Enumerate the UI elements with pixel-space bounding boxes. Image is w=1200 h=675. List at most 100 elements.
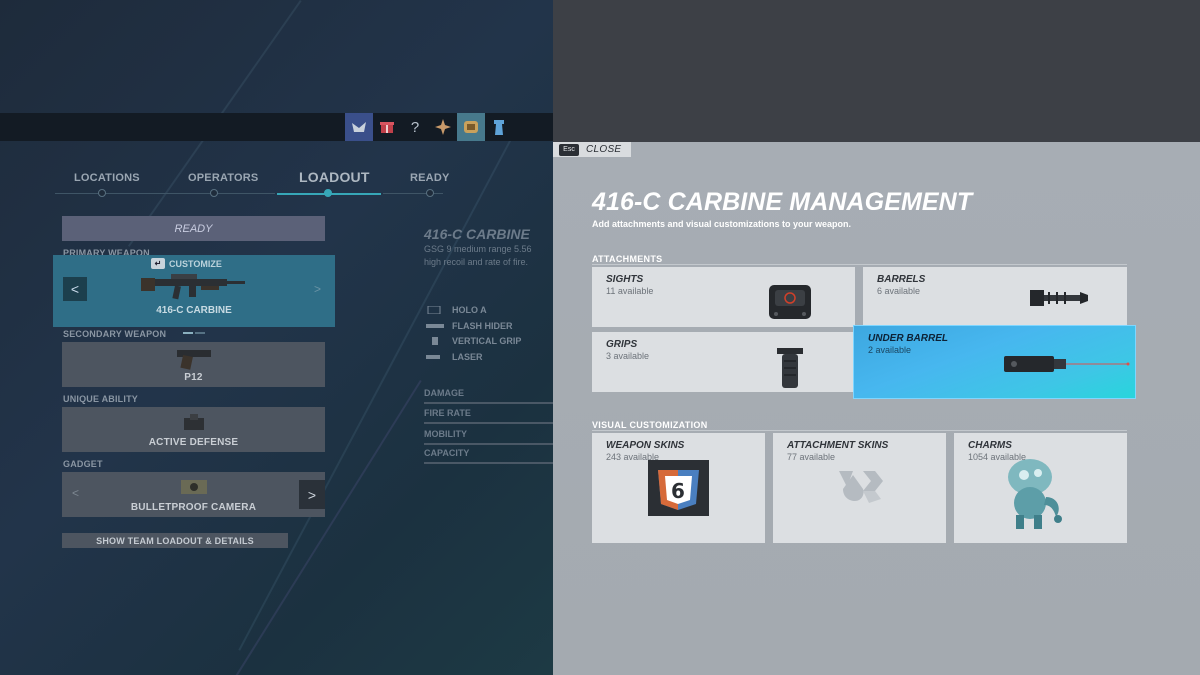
card-title: SIGHTS [606,274,644,285]
page-pip [195,332,205,334]
help-icon[interactable]: ? [401,113,429,141]
previous-weapon-button[interactable]: < [63,277,87,301]
close-button[interactable]: Esc CLOSE [553,142,631,157]
card-count: 6 available [877,286,921,296]
tab-locations[interactable]: LOCATIONS [74,172,140,184]
stat-bar [424,402,553,404]
stat-label: MOBILITY [424,429,467,439]
tab-operators[interactable]: OPERATORS [188,172,258,184]
previous-gadget-button[interactable]: < [72,486,79,500]
flash-hider-icon [426,324,444,328]
overlay-dim-area [553,0,1200,142]
customize-label: CUSTOMIZE [169,258,222,269]
barrels-card[interactable]: BARRELS 6 available [863,267,1127,327]
stat-capacity: CAPACITY [424,448,553,464]
attachment-skin-placeholder-icon [839,471,883,503]
card-count: 3 available [606,351,650,361]
tab-node-active [324,189,332,197]
customize-prompt[interactable]: ↵ CUSTOMIZE [151,258,222,269]
badge-icon[interactable] [457,113,485,141]
tab-node [210,189,218,197]
management-subtitle: Add attachments and visual customization… [592,219,852,229]
page-pip [183,332,193,334]
attachment-name: VERTICAL GRIP [452,336,522,346]
holo-sight-icon [769,285,811,319]
weapon-skins-card[interactable]: WEAPON SKINS 243 available 6 [592,433,765,543]
carbine-rifle-icon [141,274,245,300]
visual-customization-section-label: VISUAL CUSTOMIZATION [592,420,708,430]
sights-card[interactable]: SIGHTS 11 available [592,267,855,327]
card-count: 2 available [868,345,912,355]
attachment-skins-card[interactable]: ATTACHMENT SKINS 77 available [773,433,946,543]
section-divider [592,430,1127,431]
attachment-name: FLASH HIDER [452,321,513,331]
secondary-weapon-slot[interactable]: P12 [62,342,325,387]
weapon-desc-line: high recoil and rate of fire. [424,257,529,267]
bulletproof-camera-icon [180,480,207,494]
siege-six-skin-icon: 6 [648,460,709,516]
charms-card[interactable]: CHARMS 1054 available [954,433,1127,543]
attachment-name: HOLO A [452,305,487,315]
weapon-desc-line: GSG 9 medium range 5.56 [424,244,532,254]
card-title: ATTACHMENT SKINS [787,440,889,451]
tab-loadout[interactable]: LOADOUT [299,169,370,185]
weapon-info-description: GSG 9 medium range 5.56 high recoil and … [424,243,553,269]
attachment-row: FLASH HIDER [426,321,513,331]
under-barrel-card[interactable]: UNDER BARREL 2 available [854,326,1135,398]
primary-weapon-name: 416-C CARBINE [156,305,232,316]
management-title: 416-C CARBINE MANAGEMENT [592,188,973,216]
grips-card[interactable]: GRIPS 3 available [592,332,855,392]
tower-icon[interactable] [485,113,513,141]
secondary-weapon-name: P12 [184,372,203,383]
stat-label: FIRE RATE [424,408,471,418]
stat-damage: DAMAGE [424,388,553,404]
gadget-name: BULLETPROOF CAMERA [130,502,257,513]
tabs-track [383,193,443,194]
laser-module-icon [1004,356,1130,372]
attachment-row: HOLO A [426,305,487,315]
next-weapon-button[interactable]: > [314,282,321,296]
active-defense-icon [183,414,204,430]
stat-mobility: MOBILITY [424,429,553,445]
operator-eagle-icon[interactable] [345,113,373,141]
gadget-slot[interactable]: < BULLETPROOF CAMERA > [62,472,325,517]
primary-weapon-slot[interactable]: ↵ CUSTOMIZE < > 416-C CARBINE [53,255,335,334]
ready-button[interactable]: READY [62,216,325,241]
close-label: CLOSE [586,144,622,155]
laser-icon [426,355,440,359]
card-title: CHARMS [968,440,1012,451]
secondary-weapon-label: SECONDARY WEAPON [63,329,167,339]
card-title: UNDER BARREL [868,333,948,344]
barrel-muzzle-icon [1030,290,1088,306]
card-title: GRIPS [606,339,638,350]
card-title: WEAPON SKINS [606,440,685,451]
stat-fire-rate: FIRE RATE [424,408,553,424]
section-divider [592,264,1127,265]
esc-key-icon: Esc [559,143,579,156]
grip-icon [432,337,438,345]
vertical-grip-icon [777,348,803,388]
attachment-row: LASER [426,352,483,362]
attachment-name: LASER [452,352,483,362]
card-title: BARRELS [877,274,926,285]
unique-ability-slot[interactable]: ACTIVE DEFENSE [62,407,325,452]
compass-icon[interactable] [429,113,457,141]
weapon-info-title: 416-C CARBINE [424,226,530,242]
unique-ability-label: UNIQUE ABILITY [63,394,138,404]
show-team-loadout-button[interactable]: SHOW TEAM LOADOUT & DETAILS [62,533,288,548]
tab-ready[interactable]: READY [410,172,450,184]
sight-icon [427,306,441,314]
pistol-icon [176,350,211,370]
card-count: 77 available [787,452,836,462]
tab-node [426,189,434,197]
next-gadget-button[interactable]: > [299,480,325,509]
card-count: 11 available [606,286,654,296]
stat-bar [424,443,553,445]
gift-icon[interactable] [373,113,401,141]
stat-label: DAMAGE [424,388,464,398]
attachment-row: VERTICAL GRIP [426,336,521,346]
top-nav-icons: ? [345,113,513,141]
gadget-label: GADGET [63,459,103,469]
svg-text:6: 6 [671,479,685,503]
tab-node [98,189,106,197]
